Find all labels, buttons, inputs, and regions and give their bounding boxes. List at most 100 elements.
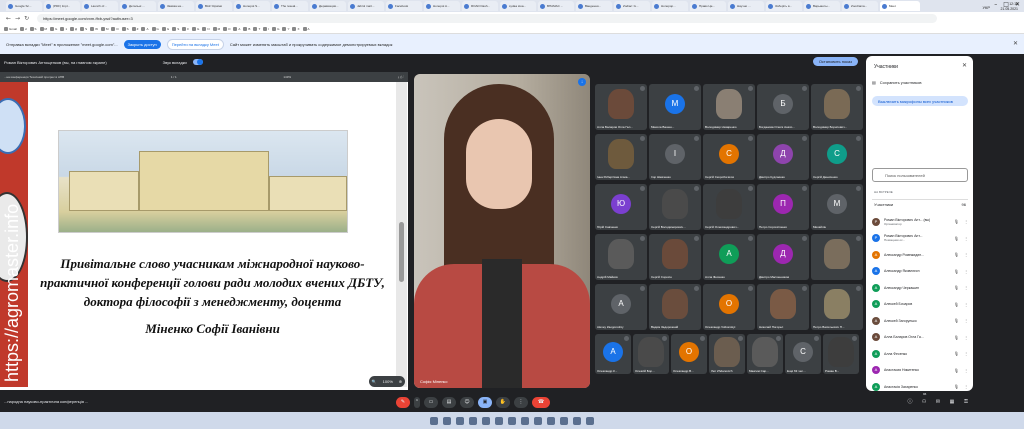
mute-all-button[interactable]: Выключить микрофоны всех участников [872, 96, 968, 106]
bookmark-item[interactable]: d [19, 26, 27, 31]
close-panel-icon[interactable]: ✕ [962, 62, 967, 69]
back-icon[interactable]: ← [6, 15, 11, 22]
participant-tile[interactable] [811, 234, 863, 280]
participant-list-item[interactable]: А Александр Ромежидин... 🎙 ⋮ [872, 247, 968, 262]
bookmark-item[interactable]: S [172, 26, 179, 31]
explorer-icon[interactable] [469, 416, 477, 425]
participant-list-item[interactable]: А Александр Черкашин 🎙 ⋮ [872, 280, 968, 295]
participant-search-input[interactable]: Поиск пользователей [872, 168, 968, 182]
emoji-button[interactable]: ☺ [460, 397, 474, 408]
participant-tile[interactable]: Вадим Задорожний [649, 284, 701, 330]
bookmark-item[interactable]: Д [70, 26, 77, 31]
stop-sharing-button[interactable]: Закрыть доступ [123, 39, 161, 49]
edge-icon[interactable] [482, 416, 490, 425]
minimize-button[interactable]: – [994, 1, 997, 8]
bookmark-item[interactable]: Gmail [4, 26, 17, 31]
bookmark-item[interactable]: 1 [60, 26, 67, 31]
more-options-icon[interactable]: ⋮ [964, 252, 968, 257]
zoom-control[interactable]: 🔍 100% ⊕ [369, 376, 405, 387]
participant-tile[interactable]: О Олександр Volkonskyi [703, 284, 755, 330]
settings-icon[interactable] [573, 416, 581, 425]
browser-tab[interactable]: ВАК України [196, 1, 232, 11]
chrome-icon[interactable] [495, 416, 503, 425]
more-options-icon[interactable]: ⋮ [964, 302, 968, 307]
speaker-tile[interactable]: ⁞ Софія Міненко [414, 74, 590, 388]
mic-muted-icon[interactable]: 🎙 [954, 335, 959, 340]
mic-muted-icon[interactable]: 🎙 [954, 351, 959, 356]
participant-tile[interactable]: А Олександр К... [595, 334, 631, 374]
participant-list-item[interactable]: Р Роман Вікторович Ант... Помощник ос... 🎙 ⋮ [872, 231, 968, 246]
bookmark-item[interactable]: A [302, 26, 310, 31]
participant-tile[interactable]: Петро Васильович П... [811, 284, 863, 330]
captions-button[interactable]: ▤ [442, 397, 456, 408]
participant-list-item[interactable]: Р Роман Вікторович Ант... (вы) Организатор… [872, 214, 968, 229]
browser-tab[interactable]: Google Sc... [6, 1, 42, 11]
mic-muted-icon[interactable]: 🎙 [954, 302, 959, 307]
bookmark-item[interactable]: T [253, 26, 260, 31]
participant-tile[interactable]: Сергій Олександрович... [703, 184, 755, 230]
powerpoint-icon[interactable] [560, 416, 568, 425]
participant-tile[interactable]: Роман В... [823, 334, 859, 374]
browser-tab[interactable]: ВПАМАС ... [538, 1, 574, 11]
participant-list-item[interactable]: А Алексей Загорулько 🎙 ⋮ [872, 313, 968, 328]
bookmark-item[interactable]: A [233, 26, 240, 31]
mic-muted-icon[interactable]: 🎙 [954, 252, 959, 257]
participant-tile[interactable]: Д Дмитро Масленников [757, 234, 809, 280]
more-options-icon[interactable]: ⋮ [964, 351, 968, 356]
bookmark-item[interactable]: Y [282, 26, 289, 31]
people-icon[interactable]: ⚇ [920, 398, 928, 406]
pdf-scrollbar[interactable] [396, 82, 407, 387]
app-icon[interactable] [586, 416, 594, 425]
mic-off-button[interactable]: ✎ [396, 397, 410, 408]
browser-tab[interactable]: Honepop... [652, 1, 688, 11]
browser-tab[interactable]: sydaa stua... [500, 1, 536, 11]
search-icon[interactable] [443, 416, 451, 425]
participant-tile[interactable]: Ihor Zhdanovich [709, 334, 745, 374]
reload-icon[interactable]: ↻ [24, 15, 29, 22]
bookmark-item[interactable]: M [39, 26, 47, 31]
participant-tile[interactable]: Володимир Назаренко [703, 84, 755, 130]
more-options-icon[interactable]: ⋮ [964, 335, 968, 340]
bookmark-item[interactable]: S [29, 26, 37, 31]
bookmark-item[interactable]: G [50, 26, 57, 31]
bookmark-item[interactable]: X [292, 26, 300, 31]
participant-tile[interactable]: Алла Баларов Огла Гал... [595, 84, 647, 130]
mic-muted-icon[interactable]: 🎙 [954, 269, 959, 274]
participant-tile[interactable]: А Алла Фесенко [703, 234, 755, 280]
participant-tile[interactable]: С Сергій Денисенко [811, 134, 863, 180]
share-sound-toggle[interactable] [192, 59, 203, 65]
browser-tab[interactable]: Зоберіть в... [766, 1, 802, 11]
bookmark-item[interactable]: F [182, 26, 189, 31]
browser-tab[interactable]: Zoodrama... [842, 1, 878, 11]
mic-muted-icon[interactable]: 🎙 [954, 219, 959, 224]
browser-tab[interactable]: Facebook [386, 1, 422, 11]
participant-list-item[interactable]: А Анастасія Захаренко 🎙 ⋮ [872, 379, 968, 391]
participant-tile[interactable]: Николай Погорел [757, 284, 809, 330]
browser-tab[interactable]: Введення... [576, 1, 612, 11]
leave-call-button[interactable]: ☎ [532, 397, 550, 408]
bookmark-item[interactable]: N [202, 26, 210, 31]
participant-list-item[interactable]: А Алла Баларов Огла Га... 🎙 ⋮ [872, 330, 968, 345]
browser-tab[interactable]: Zodiac: G... [614, 1, 650, 11]
raise-hand-button[interactable]: ✋ [496, 397, 510, 408]
browser-tab[interactable]: Meet [880, 1, 920, 11]
participant-tile[interactable]: М Михайлін [811, 184, 863, 230]
mic-muted-icon[interactable]: 🎙 [954, 384, 959, 389]
more-options-icon[interactable]: ⋮ [964, 269, 968, 274]
start-icon[interactable] [430, 416, 438, 425]
participant-tile[interactable]: Володимир Борисович... [811, 84, 863, 130]
keyboard-language[interactable]: УКР [982, 5, 990, 10]
chat-icon[interactable]: ✉ [934, 398, 942, 406]
scrollbar-thumb[interactable] [399, 222, 404, 282]
browser-tab[interactable]: (PDF) Impl... [44, 1, 80, 11]
browser-tab[interactable]: Jabrol mart... [348, 1, 384, 11]
close-infobar-icon[interactable]: ✕ [1013, 40, 1018, 47]
zoom-out-icon[interactable]: 🔍 [372, 379, 377, 384]
more-options-icon[interactable]: ⋮ [964, 384, 968, 389]
mic-muted-icon[interactable]: 🎙 [954, 368, 959, 373]
participant-tile[interactable]: Д Дмитро Кудлаєнко [757, 134, 809, 180]
mic-muted-icon[interactable]: 🎙 [954, 318, 959, 323]
task-view-icon[interactable] [456, 416, 464, 425]
mic-options-icon[interactable]: ⌃ [414, 397, 420, 408]
browser-tab[interactable]: Деравиация... [310, 1, 346, 11]
